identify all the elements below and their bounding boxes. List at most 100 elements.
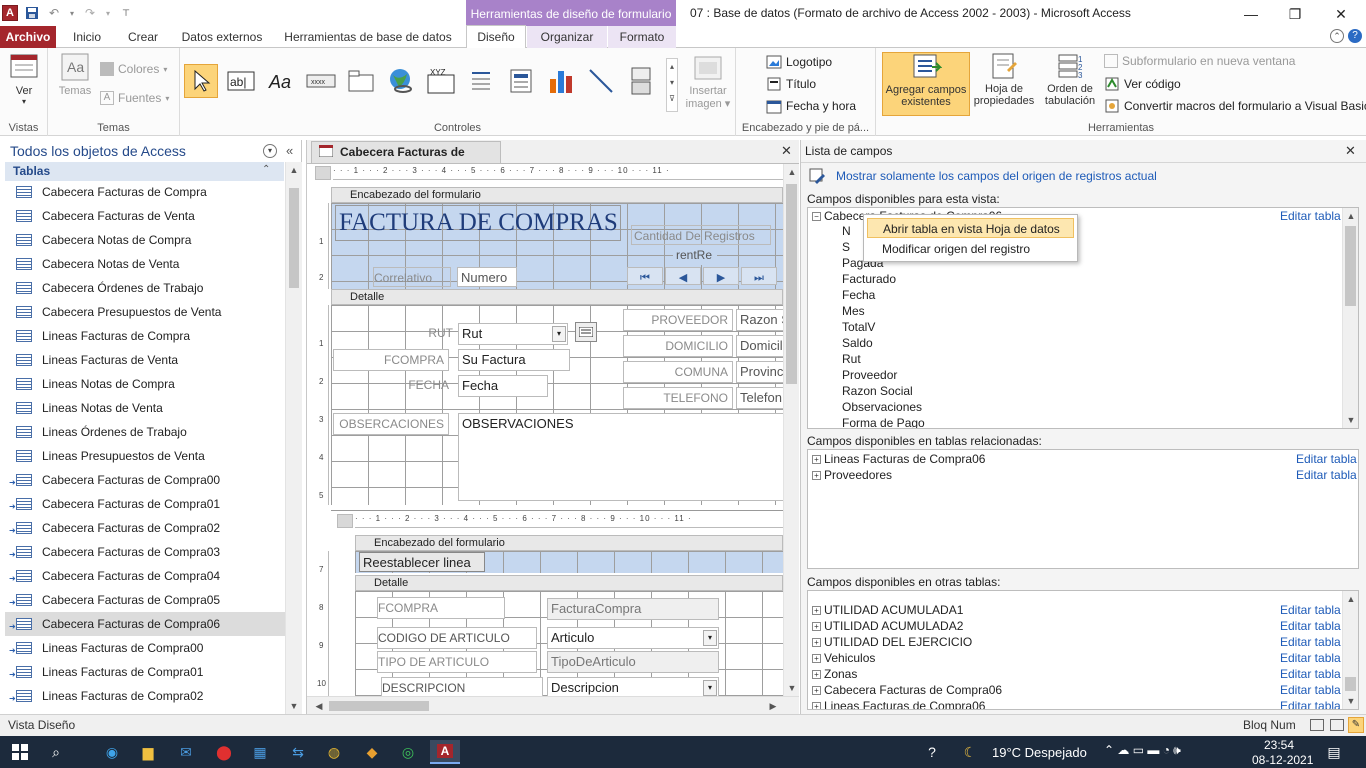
observaciones-field[interactable]: OBSERVACIONES bbox=[458, 413, 788, 501]
field-item[interactable]: Mes bbox=[842, 304, 865, 318]
redo-icon[interactable]: ↷ bbox=[82, 5, 98, 21]
opera-icon[interactable]: ⬤ bbox=[212, 740, 236, 764]
fecha-label[interactable]: FECHA bbox=[333, 375, 449, 395]
subform-section-header[interactable]: Encabezado del formulario bbox=[355, 535, 783, 551]
toggle-button-icon[interactable] bbox=[624, 64, 658, 98]
tab-organizar[interactable]: Organizar bbox=[527, 26, 607, 48]
field-item[interactable]: Forma de Pago bbox=[842, 416, 925, 428]
other-scroll-down-icon[interactable]: ▼ bbox=[1343, 693, 1358, 709]
expand-icon[interactable]: + bbox=[812, 622, 821, 632]
nav-scroll-thumb[interactable] bbox=[289, 188, 299, 288]
expand-icon[interactable]: + bbox=[812, 606, 821, 616]
tab-formato[interactable]: Formato bbox=[608, 26, 676, 48]
tab-diseno[interactable]: Diseño bbox=[466, 25, 526, 49]
tab-herramientas-bd[interactable]: Herramientas de base de datos bbox=[280, 26, 456, 48]
logotipo-button[interactable]: Logotipo bbox=[766, 54, 832, 70]
titulo-button[interactable]: Título bbox=[766, 76, 816, 92]
expand-icon[interactable]: + bbox=[812, 686, 821, 696]
nav-menu-chevron-icon[interactable]: ▾ bbox=[263, 144, 277, 158]
expand-icon[interactable]: + bbox=[812, 654, 821, 664]
current-record-field[interactable]: rentRe bbox=[673, 245, 717, 265]
hoja-propiedades-button[interactable]: Hoja de propiedades bbox=[972, 52, 1036, 107]
next-record-icon[interactable]: ▶ bbox=[703, 267, 739, 285]
rut-label[interactable]: RUT bbox=[333, 323, 453, 343]
restore-button[interactable]: ❐ bbox=[1272, 0, 1318, 28]
access-app-icon[interactable]: A bbox=[2, 5, 18, 21]
insertar-imagen-button[interactable]: Insertar imagen ▾ bbox=[684, 54, 732, 110]
field-item[interactable]: Razon Social bbox=[842, 384, 913, 398]
teamviewer-icon[interactable]: ⇆ bbox=[286, 740, 310, 764]
fuentes-button[interactable]: A Fuentes ▾ bbox=[100, 91, 169, 105]
nav-table-item[interactable]: Lineas Presupuestos de Venta bbox=[5, 444, 285, 468]
other-table-row[interactable]: + Lineas Facturas de Compra06 bbox=[812, 699, 985, 709]
help-icon[interactable]: ? bbox=[1348, 29, 1362, 43]
design-hscrollbar[interactable]: ◀ ▶ bbox=[307, 696, 799, 714]
tipo-articulo-field[interactable]: TipoDeArticulo bbox=[547, 651, 719, 673]
form-view-icon[interactable] bbox=[1310, 719, 1324, 731]
other-scrollbar[interactable]: ▲ ▼ bbox=[1342, 591, 1358, 709]
other-scroll-up-icon[interactable]: ▲ bbox=[1343, 591, 1358, 607]
show-only-current-link[interactable]: Mostrar solamente los campos del origen … bbox=[836, 169, 1157, 183]
design-vscrollbar[interactable]: ▲ ▼ bbox=[783, 164, 799, 696]
nav-pane-header[interactable]: Todos los objetos de Access bbox=[0, 140, 302, 162]
nav-table-item[interactable]: Cabecera Notas de Venta bbox=[5, 252, 285, 276]
design-scroll-up-icon[interactable]: ▲ bbox=[784, 164, 800, 180]
controls-gallery-scroll[interactable]: ▴ ▾ ⊽ bbox=[666, 58, 678, 112]
horizontal-ruler[interactable]: · · · 1 · · · 2 · · · 3 · · · 4 · · · 5 … bbox=[333, 166, 783, 180]
design-scroll-right-icon[interactable]: ▶ bbox=[765, 698, 781, 714]
expand-icon[interactable]: + bbox=[812, 471, 821, 481]
telefono-label[interactable]: TELEFONO bbox=[623, 387, 733, 409]
field-item[interactable]: Proveedor bbox=[842, 368, 897, 382]
other-table-row[interactable]: + UTILIDAD ACUMULADA1 bbox=[812, 603, 963, 617]
nav-table-item[interactable]: ➜ Lineas Facturas de Compra02 bbox=[5, 684, 285, 708]
fecha-hora-button[interactable]: Fecha y hora bbox=[766, 98, 856, 114]
ver-button[interactable]: Ver ▾ bbox=[4, 52, 44, 106]
edit-table-link[interactable]: Editar tabla bbox=[1280, 209, 1341, 223]
avail-scroll-down-icon[interactable]: ▼ bbox=[1343, 412, 1358, 428]
last-record-icon[interactable]: ⏭ bbox=[741, 267, 777, 285]
subform-ruler[interactable]: · · · 1 · · · 2 · · · 3 · · · 4 · · · 5 … bbox=[355, 514, 783, 528]
tab-archivo[interactable]: Archivo bbox=[0, 26, 56, 48]
nav-table-item[interactable]: Lineas Facturas de Compra bbox=[5, 324, 285, 348]
other-edit-table-link[interactable]: Editar tabla bbox=[1280, 699, 1341, 709]
other-edit-table-link[interactable]: Editar tabla bbox=[1280, 651, 1341, 665]
nav-table-item[interactable]: ➜ Cabecera Facturas de Compra01 bbox=[5, 492, 285, 516]
form-header-grid[interactable]: FACTURA DE COMPRAS Cantidad De Registros… bbox=[331, 203, 783, 289]
notifications-icon[interactable]: ▤ bbox=[1322, 740, 1346, 764]
menu-modify-source[interactable]: Modificar origen del registro bbox=[867, 239, 1074, 259]
textbox-control-icon[interactable]: ab| bbox=[224, 64, 258, 98]
expand-icon[interactable]: + bbox=[812, 670, 821, 680]
previous-record-icon[interactable]: ◀ bbox=[665, 267, 701, 285]
other-edit-table-link[interactable]: Editar tabla bbox=[1280, 635, 1341, 649]
other-table-row[interactable]: + UTILIDAD ACUMULADA2 bbox=[812, 619, 963, 633]
subform-header-grid[interactable]: Reestablecer linea bbox=[355, 551, 783, 573]
nav-table-item[interactable]: Lineas Facturas de Venta bbox=[5, 348, 285, 372]
field-item[interactable]: Facturado bbox=[842, 272, 896, 286]
edit-table-link-lineas[interactable]: Editar tabla bbox=[1296, 452, 1357, 466]
fcompra-label[interactable]: FCOMPRA bbox=[333, 349, 449, 371]
tab-crear[interactable]: Crear bbox=[118, 26, 168, 48]
access-taskbar-icon[interactable]: A bbox=[430, 740, 460, 764]
nav-table-item[interactable]: Cabecera Notas de Compra bbox=[5, 228, 285, 252]
label-control-icon[interactable]: Aa bbox=[264, 64, 298, 98]
colores-button[interactable]: Colores ▾ bbox=[100, 62, 167, 76]
edge-icon[interactable]: ◉ bbox=[100, 740, 124, 764]
tab-control-icon[interactable] bbox=[344, 64, 378, 98]
nav-table-item[interactable]: Cabecera Órdenes de Trabajo bbox=[5, 276, 285, 300]
reestablecer-linea-button[interactable]: Reestablecer linea bbox=[359, 552, 485, 572]
chrome-icon[interactable]: ◍ bbox=[322, 740, 346, 764]
nav-table-item[interactable]: ➜ Cabecera Facturas de Compra02 bbox=[5, 516, 285, 540]
nav-group-tablas[interactable]: Tablas bbox=[5, 162, 284, 181]
undo-icon[interactable]: ↶ bbox=[46, 5, 62, 21]
nav-scrollbar[interactable]: ▲ ▼ bbox=[285, 162, 302, 714]
related-table-proveedores[interactable]: + Proveedores bbox=[812, 468, 892, 482]
mail-icon[interactable]: ✉ bbox=[174, 740, 198, 764]
form-title-label[interactable]: FACTURA DE COMPRAS bbox=[335, 205, 621, 241]
other-scroll-thumb[interactable] bbox=[1345, 677, 1356, 691]
help-taskbar-icon[interactable]: ? bbox=[920, 740, 944, 764]
section-form-header[interactable]: Encabezado del formulario bbox=[331, 187, 783, 203]
chart-control-icon[interactable] bbox=[544, 64, 578, 98]
descripcion-dropdown-icon[interactable]: ▾ bbox=[703, 680, 717, 696]
document-tab[interactable]: Cabecera Facturas de Compra bbox=[311, 141, 501, 179]
design-scroll-left-icon[interactable]: ◀ bbox=[311, 698, 327, 714]
